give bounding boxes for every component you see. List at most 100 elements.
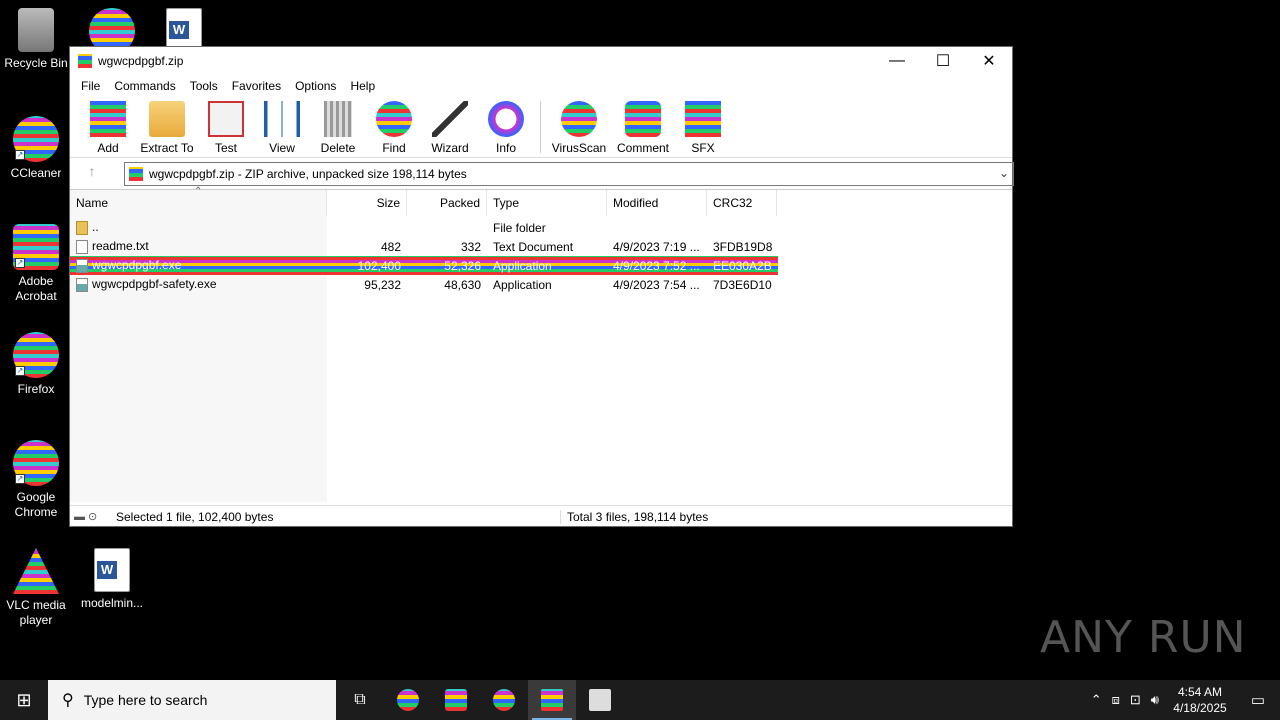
column-headers: Name Size Packed Type Modified CRC32 ⌃ xyxy=(70,186,1012,216)
address-field[interactable]: wgwcpdpgbf.zip - ZIP archive, unpacked s… xyxy=(124,162,1014,186)
table-row[interactable]: wgwcpdpgbf-safety.exe 95,232 48,630 Appl… xyxy=(70,275,778,294)
chrome-icon: ↗ xyxy=(13,440,59,486)
toolbar-label: Wizard xyxy=(431,141,469,155)
toolbar-label: Extract To xyxy=(140,141,194,155)
menu-file[interactable]: File xyxy=(74,79,107,93)
winrar-icon xyxy=(541,689,563,711)
clock-time: 4:54 AM xyxy=(1177,685,1223,699)
chevron-down-icon[interactable]: ⌄ xyxy=(999,166,1009,180)
col-size[interactable]: Size xyxy=(327,190,407,216)
desktop-icon-recycle-bin[interactable]: Recycle Bin xyxy=(0,8,72,71)
cell-packed: 52,326 xyxy=(444,258,481,273)
find-button[interactable]: Find xyxy=(366,101,422,155)
archive-icon xyxy=(129,167,143,181)
meet-now-icon[interactable]: ⧈ xyxy=(1107,692,1125,708)
ccleaner-icon: ↗ xyxy=(13,116,59,162)
menu-options[interactable]: Options xyxy=(288,79,343,93)
cell-modified: 4/9/2023 7:52 ... xyxy=(613,258,700,273)
cell-size: 102,400 xyxy=(357,258,401,273)
desktop-icon-label: Google Chrome xyxy=(14,490,58,519)
drive-icon[interactable]: ▬ ⊙ xyxy=(70,510,110,523)
cell-modified: 4/9/2023 7:19 ... xyxy=(613,239,700,254)
toolbar-label: View xyxy=(269,141,295,155)
maximize-button[interactable]: ☐ xyxy=(920,47,966,75)
virusscan-button[interactable]: VirusScan xyxy=(547,101,611,155)
taskbar: ⊞ ⚲ Type here to search ⧉ ⌃ ⧈ ⊡ 🔊︎ 4:54 … xyxy=(0,680,1280,720)
file-name: wgwcpdpgbf.exe xyxy=(92,258,182,273)
toolbar-label: SFX xyxy=(691,141,715,155)
desktop-icon-acrobat[interactable]: ↗ Adobe Acrobat xyxy=(0,224,72,304)
col-packed[interactable]: Packed xyxy=(407,190,487,216)
cell-name: wgwcpdpgbf.exe xyxy=(70,258,327,273)
close-button[interactable]: ✕ xyxy=(966,47,1012,75)
table-row-selected[interactable]: wgwcpdpgbf.exe 102,400 52,326 Applicatio… xyxy=(70,256,778,275)
sfx-button[interactable]: SFX xyxy=(675,101,731,155)
menu-favorites[interactable]: Favorites xyxy=(225,79,288,93)
title-bar[interactable]: wgwcpdpgbf.zip — ☐ ✕ xyxy=(70,47,1012,75)
taskbar-firefox-icon[interactable] xyxy=(480,680,528,720)
delete-button[interactable]: Delete xyxy=(310,101,366,155)
exe-file-icon xyxy=(76,258,88,273)
status-selected: Selected 1 file, 102,400 bytes xyxy=(116,509,274,524)
desktop-icon-vlc[interactable]: VLC media player xyxy=(0,548,72,628)
view-button[interactable]: View xyxy=(254,101,310,155)
cell-type: Text Document xyxy=(493,239,574,254)
menu-tools[interactable]: Tools xyxy=(183,79,225,93)
table-row[interactable]: readme.txt 482 332 Text Document 4/9/202… xyxy=(70,237,778,256)
desktop-icon-ccleaner[interactable]: ↗ CCleaner xyxy=(0,116,72,181)
clock[interactable]: 4:54 AM 4/18/2025 xyxy=(1164,684,1236,716)
up-arrow-icon[interactable]: ↑ xyxy=(70,163,114,179)
status-bar: ▬ ⊙ Selected 1 file, 102,400 bytes Total… xyxy=(70,505,1012,527)
word-document-icon xyxy=(94,548,130,592)
notification-icon[interactable]: ▭ xyxy=(1236,691,1280,709)
winrar-window: wgwcpdpgbf.zip — ☐ ✕ File Commands Tools… xyxy=(69,46,1014,527)
comment-icon xyxy=(625,101,661,137)
status-total: Total 3 files, 198,114 bytes xyxy=(560,509,1012,524)
taskbar-explorer-icon[interactable] xyxy=(432,680,480,720)
find-magnifier-icon xyxy=(376,101,412,137)
windows-start-icon[interactable]: ⊞ xyxy=(0,680,48,720)
col-modified[interactable]: Modified xyxy=(607,190,707,216)
desktop-icon-chrome[interactable]: ↗ Google Chrome xyxy=(0,440,72,520)
cell-name: .. xyxy=(70,220,327,235)
exe-file-icon xyxy=(76,277,88,292)
cell-crc: 3FDB19D8 xyxy=(713,239,773,254)
test-button[interactable]: Test xyxy=(198,101,254,155)
system-tray: ⌃ ⧈ ⊡ 🔊︎ 4:54 AM 4/18/2025 ▭ xyxy=(1086,680,1280,720)
taskbar-edge-icon[interactable] xyxy=(384,680,432,720)
toolbar-label: Delete xyxy=(320,141,356,155)
desktop-icon-modelmin[interactable]: modelmin... xyxy=(76,548,148,611)
file-name: .. xyxy=(92,220,99,235)
col-type[interactable]: Type xyxy=(487,190,607,216)
col-crc32[interactable]: CRC32 xyxy=(707,190,777,216)
acrobat-icon: ↗ xyxy=(13,224,59,270)
desktop-icon-label: modelmin... xyxy=(80,596,144,610)
wizard-wand-icon xyxy=(432,101,468,137)
search-placeholder: Type here to search xyxy=(83,692,208,708)
table-row[interactable]: .. File folder xyxy=(70,218,778,237)
text-file-icon xyxy=(76,239,88,254)
network-icon[interactable]: ⊡ xyxy=(1125,692,1146,708)
task-view-icon[interactable]: ⧉ xyxy=(336,680,384,720)
menu-commands[interactable]: Commands xyxy=(107,79,182,93)
taskbar-winrar-icon[interactable] xyxy=(528,680,576,720)
toolbar-label: VirusScan xyxy=(551,141,607,155)
menu-help[interactable]: Help xyxy=(343,79,382,93)
firefox-icon xyxy=(493,689,515,711)
desktop-icon-firefox[interactable]: ↗ Firefox xyxy=(0,332,72,397)
toolbar: Add Extract To Test View Delete Find Wiz… xyxy=(70,97,1012,157)
add-button[interactable]: Add xyxy=(80,101,136,155)
taskbar-search[interactable]: ⚲ Type here to search xyxy=(48,680,336,720)
info-button[interactable]: Info xyxy=(478,101,534,155)
file-name: readme.txt xyxy=(92,239,149,254)
chevron-up-icon[interactable]: ⌃ xyxy=(1086,692,1107,708)
wizard-button[interactable]: Wizard xyxy=(422,101,478,155)
desktop-icon-label: Recycle Bin xyxy=(4,56,68,70)
taskbar-app-icon[interactable] xyxy=(576,680,624,720)
minimize-button[interactable]: — xyxy=(874,47,920,75)
extract-to-button[interactable]: Extract To xyxy=(136,101,198,155)
address-text: wgwcpdpgbf.zip - ZIP archive, unpacked s… xyxy=(149,167,467,181)
folder-up-icon xyxy=(76,220,88,235)
comment-button[interactable]: Comment xyxy=(611,101,675,155)
volume-icon[interactable]: 🔊︎ xyxy=(1146,692,1164,708)
